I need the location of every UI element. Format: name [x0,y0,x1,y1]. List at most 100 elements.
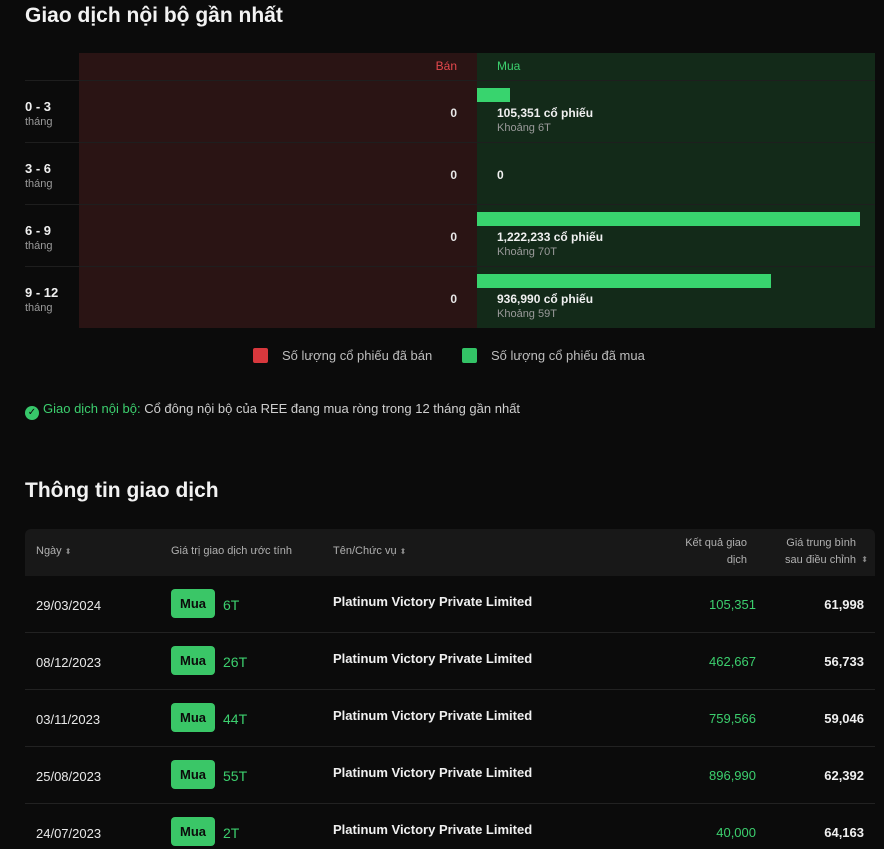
chart-row: 0 - 3 tháng 0 105,351 cổ phiếu Khoảng 6T [25,80,875,142]
period-label: 0 - 3 tháng [25,99,79,128]
period-label: 9 - 12 tháng [25,285,79,314]
sell-value: 0 [450,230,457,244]
row-amount: 55T [223,768,248,784]
buy-badge: Mua [171,646,215,675]
row-name: Platinum Victory Private Limited [333,765,533,780]
chart-row: 9 - 12 tháng 0 936,990 cổ phiếu Khoảng 5… [25,266,875,328]
note-highlight: Giao dịch nội bộ: [43,401,141,416]
buy-cell: 936,990 cổ phiếu Khoảng 59T [477,267,875,328]
header-avg-line2: sau điều chỉnh [785,554,856,566]
buy-badge: Mua [171,760,215,789]
column-header-result: Kết quả giao dịch [685,535,747,569]
header-date-label: Ngày [36,545,62,557]
buy-approx-value: Khoảng 59T [497,308,557,320]
buy-cell: 105,351 cổ phiếu Khoảng 6T [477,81,875,142]
column-header-name[interactable]: Tên/Chức vụ ⬍ [333,543,406,560]
period-range: 3 - 6 [25,161,52,176]
trade-table: Ngày ⬍ Giá trị giao dịch ước tính Tên/Chứ… [25,529,875,849]
buy-quantity: 0 [497,168,504,182]
row-amount: 6T [223,597,240,613]
period-range: 9 - 12 [25,285,59,300]
buy-cell: 1,222,233 cổ phiếu Khoảng 70T [477,205,875,266]
column-header-avg[interactable]: Giá trung bình sau điều chỉnh ⬍ [785,535,868,569]
row-date: 29/03/2024 [36,598,102,613]
header-name-label: Tên/Chức vụ [333,545,397,557]
table-row[interactable]: 08/12/2023 Mua 26T Platinum Victory Priv… [25,633,875,690]
header-result-line1: Kết quả giao [685,537,747,549]
sell-header-label: Bán [435,59,457,73]
row-name: Platinum Victory Private Limited [333,651,533,666]
check-circle-icon: ✓ [25,406,39,420]
buy-badge: Mua [171,589,215,618]
table-header: Ngày ⬍ Giá trị giao dịch ước tính Tên/Chứ… [25,529,875,576]
buy-bar [477,274,771,288]
buy-quantity: 105,351 cổ phiếu [497,106,594,120]
period-label: 6 - 9 tháng [25,223,79,252]
buy-quantity: 936,990 cổ phiếu [497,292,594,306]
sell-cell: 0 [79,267,477,328]
insider-section-title: Giao dịch nội bộ gần nhất [25,4,283,27]
period-label: 3 - 6 tháng [25,161,79,190]
sell-cell: 0 [79,143,477,204]
buy-badge: Mua [171,703,215,732]
buy-approx-value: Khoảng 70T [497,246,557,258]
buy-header-label: Mua [497,59,521,73]
header-value-label: Giá trị giao dịch ước tính [171,545,292,557]
table-row[interactable]: 24/07/2023 Mua 2T Platinum Victory Priva… [25,804,875,849]
buy-approx-value: Khoảng 6T [497,122,551,134]
sell-cell: 0 [79,81,477,142]
note-text: Cổ đông nội bộ của REE đang mua ròng tro… [144,401,521,416]
period-range: 0 - 3 [25,99,52,114]
row-result: 896,990 [709,768,756,783]
row-result: 105,351 [709,597,756,612]
buy-bar [477,212,860,226]
trade-info-title: Thông tin giao dịch [25,479,219,502]
row-avg-price: 64,163 [824,825,864,840]
period-unit: tháng [25,178,53,190]
sell-legend-swatch [253,348,268,363]
row-name: Platinum Victory Private Limited [333,594,533,609]
sort-icon: ⬍ [861,555,868,564]
row-date: 03/11/2023 [36,712,101,727]
sell-column-header: Bán [79,53,477,80]
row-amount: 26T [223,654,248,670]
insider-chart: Bán Mua 0 - 3 tháng 0 105,351 cổ phiếu K… [25,53,875,329]
buy-quantity: 1,222,233 cổ phiếu [497,230,604,244]
table-row[interactable]: 25/08/2023 Mua 55T Platinum Victory Priv… [25,747,875,804]
row-amount: 44T [223,711,248,727]
row-result: 40,000 [716,825,756,840]
sort-icon: ⬍ [399,547,407,556]
column-header-date[interactable]: Ngày ⬍ [36,543,71,560]
sell-value: 0 [450,168,457,182]
sort-icon: ⬍ [64,547,72,556]
buy-column-header: Mua [477,53,875,80]
row-date: 24/07/2023 [36,826,102,841]
insider-note: ✓ Giao dịch nội bộ: Cổ đông nội bộ của RE… [25,401,520,420]
sell-cell: 0 [79,205,477,266]
row-avg-price: 56,733 [824,654,864,669]
row-result: 462,667 [709,654,756,669]
chart-legend: Số lượng cổ phiếu đã bán Số lượng cổ phi… [0,348,884,364]
sell-legend-label: Số lượng cổ phiếu đã bán [282,348,433,363]
chart-row: 6 - 9 tháng 0 1,222,233 cổ phiếu Khoảng … [25,204,875,266]
row-date: 08/12/2023 [36,655,102,670]
row-name: Platinum Victory Private Limited [333,708,533,723]
row-avg-price: 59,046 [824,711,864,726]
buy-legend-swatch [462,348,477,363]
row-date: 25/08/2023 [36,769,102,784]
row-amount: 2T [223,825,240,841]
row-name: Platinum Victory Private Limited [333,822,533,837]
period-range: 6 - 9 [25,223,52,238]
row-avg-price: 61,998 [824,597,864,612]
row-avg-price: 62,392 [824,768,864,783]
buy-bar [477,88,510,102]
header-result-line2: dịch [726,554,747,566]
table-row[interactable]: 03/11/2023 Mua 44T Platinum Victory Priv… [25,690,875,747]
period-unit: tháng [25,116,53,128]
row-result: 759,566 [709,711,756,726]
buy-cell: 0 [477,143,875,204]
period-unit: tháng [25,302,53,314]
chart-header: Bán Mua [25,53,875,80]
table-row[interactable]: 29/03/2024 Mua 6T Platinum Victory Priva… [25,576,875,633]
sell-value: 0 [450,106,457,120]
